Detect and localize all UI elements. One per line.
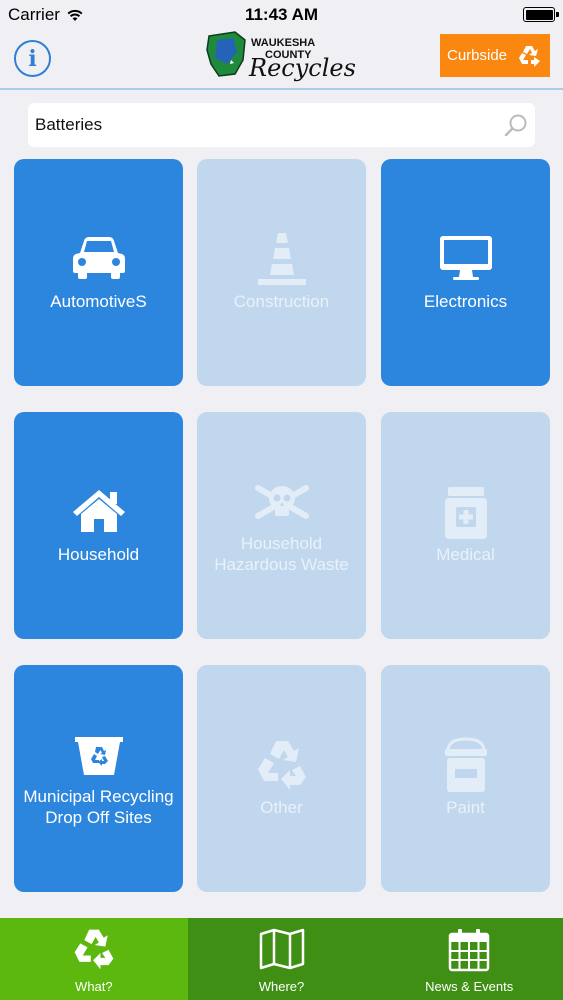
- info-icon: i: [28, 45, 37, 72]
- tab-label: News & Events: [425, 979, 514, 994]
- category-label-line: Drop Off Sites: [45, 808, 152, 827]
- category-label-multiline: Household Hazardous Waste: [197, 533, 366, 575]
- recycle-icon: [257, 741, 306, 790]
- tab-label: What?: [75, 979, 113, 994]
- category-label-line: Hazardous Waste: [214, 555, 349, 574]
- category-tile-municipal-recycling[interactable]: Municipal Recycling Drop Off Sites: [14, 665, 183, 892]
- category-label: Electronics: [423, 292, 508, 311]
- tab-where[interactable]: Where?: [188, 918, 376, 1000]
- curbside-label: Curbside: [446, 47, 508, 64]
- category-tile-household-hazardous-waste: Household Hazardous Waste: [197, 412, 366, 639]
- monitor-icon: [439, 236, 492, 280]
- category-label-line: Municipal Recycling: [23, 787, 174, 806]
- search-bar[interactable]: Batteries: [28, 103, 535, 147]
- category-label: Other: [260, 798, 303, 817]
- status-bar: Carrier 11:43 AM: [0, 0, 563, 30]
- car-icon: [72, 237, 125, 279]
- paint-can-icon: [444, 737, 487, 792]
- logo-line-3: Recycles: [248, 54, 356, 82]
- category-tile-construction: Construction: [197, 159, 366, 386]
- clock: 11:43 AM: [244, 5, 319, 24]
- search-input[interactable]: Batteries: [35, 115, 102, 135]
- info-button[interactable]: i: [14, 40, 51, 77]
- recycle-bin-icon: [74, 737, 123, 775]
- category-tile-electronics[interactable]: Electronics: [381, 159, 550, 386]
- app-header: i WAUKESHA COUNTY Recycles Curbside: [0, 30, 563, 90]
- logo-line-1: WAUKESHA: [251, 37, 315, 49]
- curbside-button[interactable]: Curbside: [440, 34, 550, 77]
- category-label: Construction: [233, 292, 330, 311]
- recycle-icon: [519, 45, 541, 67]
- category-label: Paint: [446, 798, 485, 817]
- house-icon: [72, 490, 125, 532]
- tab-news-events[interactable]: News & Events: [375, 918, 563, 1000]
- category-tile-other: Other: [197, 665, 366, 892]
- category-label: AutomotiveS: [50, 292, 147, 311]
- category-tile-household[interactable]: Household: [14, 412, 183, 639]
- category-tile-paint: Paint: [381, 665, 550, 892]
- search-icon[interactable]: [503, 113, 529, 139]
- medicine-bottle-icon: [444, 487, 487, 539]
- calendar-icon: [448, 929, 490, 972]
- battery-icon: [523, 7, 559, 22]
- category-label-line: Household: [240, 534, 323, 553]
- category-label: Medical: [436, 545, 495, 564]
- app-logo: WAUKESHA COUNTY Recycles: [205, 30, 365, 86]
- map-icon: [259, 928, 304, 970]
- tab-label: Where?: [258, 979, 305, 994]
- recycle-icon: [74, 929, 114, 970]
- category-tile-medical: Medical: [381, 412, 550, 639]
- tab-what[interactable]: What?: [0, 918, 188, 1000]
- category-label: Household: [57, 545, 140, 564]
- skull-crossbones-icon: [254, 485, 309, 519]
- category-label-multiline: Municipal Recycling Drop Off Sites: [14, 786, 183, 828]
- traffic-cone-icon: [257, 233, 306, 285]
- tab-bar: What? Where? News & Events: [0, 918, 563, 1000]
- category-tile-automotive[interactable]: AutomotiveS: [14, 159, 183, 386]
